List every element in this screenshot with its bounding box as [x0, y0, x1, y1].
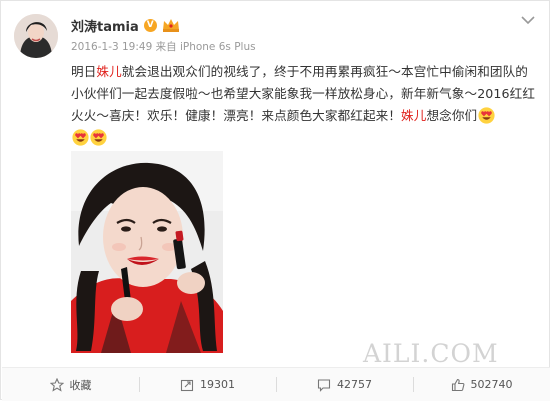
- author-name[interactable]: 刘涛tamia: [71, 16, 139, 35]
- favorite-button[interactable]: 收藏: [2, 368, 139, 401]
- post-source: 来自 iPhone 6s Plus: [155, 41, 256, 53]
- like-count: 502740: [470, 378, 513, 391]
- author-name-row: 刘涛tamia V: [71, 15, 180, 35]
- favorite-label: 收藏: [69, 378, 92, 392]
- repost-button[interactable]: 19301: [139, 368, 276, 401]
- comment-icon: [317, 378, 331, 392]
- comment-count: 42757: [337, 378, 372, 391]
- post-text-seg1: 明日: [71, 64, 97, 79]
- share-icon: [180, 379, 194, 391]
- heart-eyes-emoji-icon: [90, 129, 107, 146]
- weibo-post-card: 刘涛tamia V 2016-1-3 19:49 来自 iPhone 6s Pl…: [0, 0, 550, 401]
- comment-button[interactable]: 42757: [276, 368, 413, 401]
- star-icon: [49, 377, 64, 392]
- repost-count: 19301: [200, 378, 235, 391]
- post-text-seg3: 想念你们: [426, 108, 478, 123]
- post-meta: 2016-1-3 19:49 来自 iPhone 6s Plus: [71, 39, 256, 54]
- v-badge-icon: V: [143, 18, 157, 32]
- watermark: AILI.COM: [363, 339, 499, 368]
- heart-eyes-emoji-icon: [478, 107, 495, 124]
- like-button[interactable]: 502740: [413, 368, 550, 401]
- post-photo[interactable]: [71, 151, 223, 353]
- action-bar: 收藏 19301 42757 502740: [2, 367, 550, 401]
- heart-eyes-emoji-icon: [72, 129, 89, 146]
- thumbs-up-icon: [451, 378, 464, 391]
- mention-link[interactable]: 姝儿: [96, 64, 121, 79]
- post-text: 明日姝儿就会退出观众们的视线了，终于不用再累再疯狂～本宫忙中偷闲和团队的小伙伴们…: [71, 61, 537, 149]
- post-date[interactable]: 2016-1-3 19:49: [71, 41, 152, 53]
- mention-link[interactable]: 姝儿: [401, 108, 426, 123]
- crown-icon: [162, 19, 179, 32]
- author-avatar[interactable]: [14, 14, 58, 58]
- chevron-down-icon[interactable]: [521, 15, 535, 25]
